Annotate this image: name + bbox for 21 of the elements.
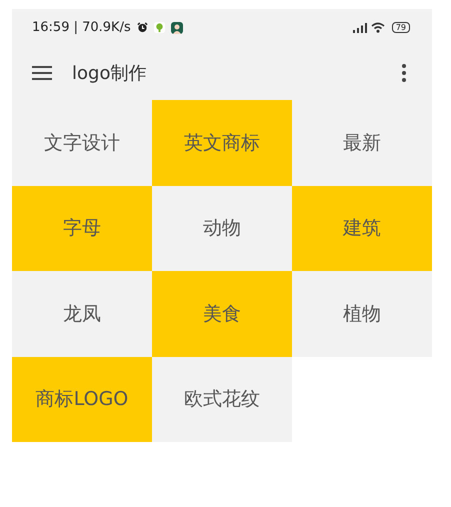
category-tile[interactable]: 最新 (292, 100, 432, 186)
category-tile[interactable]: 建筑 (292, 186, 432, 271)
menu-icon[interactable] (32, 66, 52, 80)
battery-indicator: 79 (392, 22, 410, 33)
avatar-app-icon (170, 22, 183, 34)
category-tile[interactable]: 植物 (292, 271, 432, 356)
category-tile[interactable]: 龙凤 (12, 271, 152, 356)
category-tile[interactable]: 美食 (152, 271, 292, 356)
category-tile[interactable]: 动物 (152, 186, 292, 271)
app-title: logo制作 (72, 62, 146, 85)
more-options-icon[interactable] (402, 64, 406, 82)
category-tile[interactable]: 英文商标 (152, 100, 292, 186)
category-tile[interactable]: 欧式花纹 (152, 356, 292, 442)
category-tile[interactable]: 商标LOGO (12, 356, 152, 442)
signal-icon (352, 22, 367, 32)
app-icon (154, 22, 165, 33)
category-tile[interactable]: 文字设计 (12, 100, 152, 186)
clock-and-network-speed: 16:59 | 70.9K/s (32, 20, 131, 35)
category-tile[interactable]: 字母 (12, 186, 152, 271)
alarm-icon (136, 22, 148, 33)
wifi-icon (370, 22, 385, 33)
